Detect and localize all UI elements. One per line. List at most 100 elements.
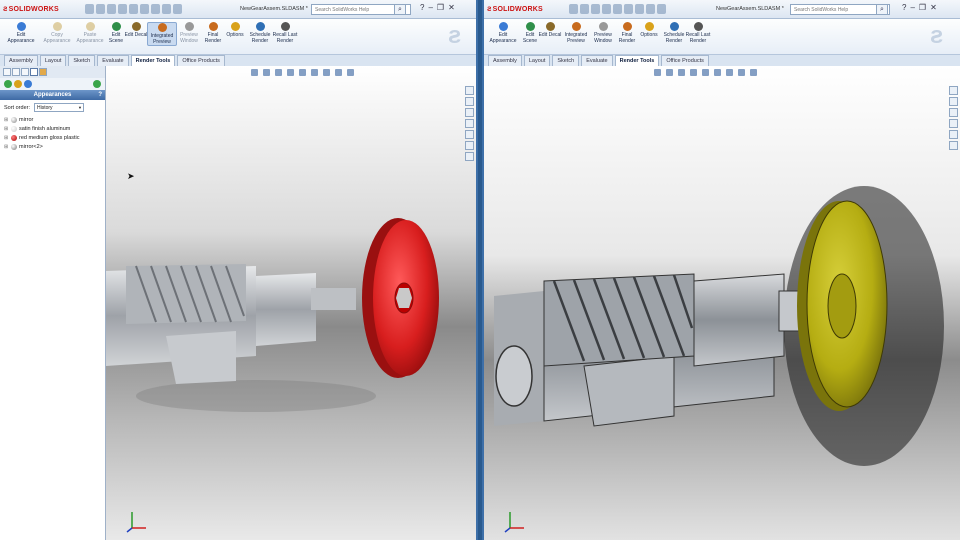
print-icon[interactable] — [602, 4, 611, 14]
property-manager-tab-icon[interactable] — [12, 68, 20, 76]
preview-window-button[interactable]: Preview Window — [589, 22, 617, 44]
tab-evaluate[interactable]: Evaluate — [97, 55, 129, 66]
options-gear-icon[interactable] — [657, 4, 666, 14]
sort-order-select[interactable]: History — [33, 103, 84, 112]
list-item[interactable]: ⊞ mirror<2> — [0, 142, 105, 151]
sort-order-row: Sort order: History — [0, 100, 105, 115]
rebuild-icon[interactable] — [151, 4, 160, 14]
minimize-icon[interactable]: – — [910, 3, 914, 13]
list-item[interactable]: ⊞ satin finish aluminum — [0, 124, 105, 133]
preview-window-button[interactable]: Preview Window — [175, 22, 203, 44]
solidworks-logo[interactable]: ƨSOLIDWORKS — [3, 4, 59, 13]
tab-layout[interactable]: Layout — [39, 55, 67, 66]
tab-assembly[interactable]: Assembly — [488, 55, 522, 66]
integrated-preview-button[interactable]: Integrated Preview — [561, 22, 591, 44]
expand-icon[interactable]: ⊞ — [4, 144, 9, 150]
search-icon[interactable]: ⌕ — [394, 4, 406, 15]
select-icon[interactable] — [624, 4, 633, 14]
left-solidworks-window: ƨSOLIDWORKS NewGearAssem.SLDASM * Search… — [0, 0, 478, 540]
expand-icon[interactable]: ⊞ — [4, 117, 9, 123]
list-item[interactable]: ⊞ red medium gloss plastic — [0, 133, 105, 142]
quick-access-toolbar — [85, 4, 182, 14]
scene-view-icon[interactable] — [24, 80, 32, 88]
copy-appearance-button[interactable]: Copy Appearance — [42, 22, 72, 44]
title-bar: ƨSOLIDWORKS NewGearAssem.SLDASM * Search… — [0, 0, 476, 19]
undo-icon[interactable] — [129, 4, 138, 14]
preview-window-icon — [184, 22, 194, 31]
search-icon[interactable]: ⌕ — [876, 4, 888, 15]
recall-last-render-button[interactable]: Recall Last Render — [685, 22, 711, 44]
close-icon[interactable]: ✕ — [930, 3, 937, 13]
tab-office-products[interactable]: Office Products — [177, 55, 225, 66]
sort-order-label: Sort order: — [4, 104, 30, 111]
open-file-icon[interactable] — [96, 4, 105, 14]
file-properties-icon[interactable] — [646, 4, 655, 14]
options-icon — [230, 22, 240, 31]
edit-appearance-icon — [16, 22, 26, 31]
select-icon[interactable] — [140, 4, 149, 14]
preview-window-icon — [598, 22, 608, 31]
undo-icon[interactable] — [613, 4, 622, 14]
tab-layout[interactable]: Layout — [523, 55, 551, 66]
configuration-manager-tab-icon[interactable] — [21, 68, 29, 76]
expand-icon[interactable]: ⊞ — [4, 126, 9, 132]
tab-assembly[interactable]: Assembly — [4, 55, 38, 66]
add-appearance-icon[interactable] — [93, 80, 101, 88]
command-manager-ribbon: Edit Appearance Copy Appearance Paste Ap… — [0, 19, 476, 55]
tab-evaluate[interactable]: Evaluate — [581, 55, 613, 66]
tab-sketch[interactable]: Sketch — [552, 55, 580, 66]
options-gear-icon[interactable] — [173, 4, 182, 14]
file-properties-icon[interactable] — [162, 4, 171, 14]
minimize-icon[interactable]: – — [428, 3, 432, 13]
search-input[interactable]: Search SolidWorks Help — [790, 4, 890, 15]
panel-toolbar — [0, 78, 105, 90]
graphics-viewport[interactable] — [106, 66, 476, 540]
solidworks-watermark-icon: ƨ — [448, 22, 462, 49]
save-icon[interactable] — [591, 4, 600, 14]
appearance-swatch-icon — [11, 143, 17, 150]
reference-triad-icon — [126, 512, 146, 533]
list-item[interactable]: ⊞ mirror — [0, 115, 105, 124]
edit-decal-button[interactable]: Edit Decal — [538, 22, 562, 39]
tab-render-tools[interactable]: Render Tools — [130, 55, 176, 66]
appearance-swatch-icon — [11, 116, 17, 123]
expand-icon[interactable]: ⊞ — [4, 135, 9, 141]
integrated-preview-button[interactable]: Integrated Preview — [147, 22, 177, 46]
edit-scene-icon — [525, 22, 535, 31]
edit-decal-button[interactable]: Edit Decal — [124, 22, 148, 39]
rebuild-icon[interactable] — [635, 4, 644, 14]
open-file-icon[interactable] — [580, 4, 589, 14]
schedule-render-icon — [669, 22, 679, 31]
help-icon[interactable]: ? — [902, 3, 906, 13]
appearance-tab-icon[interactable] — [39, 68, 47, 76]
print-icon[interactable] — [118, 4, 127, 14]
tab-sketch[interactable]: Sketch — [68, 55, 96, 66]
shaft — [311, 288, 356, 310]
edit-appearance-button[interactable]: Edit Appearance — [488, 22, 518, 44]
paste-appearance-button[interactable]: Paste Appearance — [75, 22, 105, 44]
help-icon[interactable]: ? — [98, 90, 102, 100]
paste-appearance-icon — [85, 22, 95, 31]
decals-view-icon[interactable] — [14, 80, 22, 88]
edit-appearance-button[interactable]: Edit Appearance — [6, 22, 36, 44]
restore-icon[interactable]: ❐ — [919, 3, 926, 13]
tab-render-tools[interactable]: Render Tools — [614, 55, 660, 66]
graphics-viewport[interactable] — [484, 66, 960, 540]
appearances-view-icon[interactable] — [4, 80, 12, 88]
restore-icon[interactable]: ❐ — [437, 3, 444, 13]
reference-triad-icon — [504, 512, 524, 533]
solidworks-logo[interactable]: ƨSOLIDWORKS — [487, 4, 543, 13]
save-icon[interactable] — [107, 4, 116, 14]
new-file-icon[interactable] — [85, 4, 94, 14]
feature-manager-tab-icon[interactable] — [3, 68, 11, 76]
display-manager-tab-icon[interactable] — [30, 68, 38, 76]
schedule-render-button[interactable]: Schedule Render — [245, 22, 275, 44]
close-icon[interactable]: ✕ — [448, 3, 455, 13]
new-file-icon[interactable] — [569, 4, 578, 14]
appearances-panel: Appearances? Sort order: History ⊞mirror… — [0, 66, 106, 540]
title-bar: ƨSOLIDWORKS NewGearAssem.SLDASM * Search… — [484, 0, 960, 19]
help-icon[interactable]: ? — [420, 3, 424, 13]
tab-office-products[interactable]: Office Products — [661, 55, 709, 66]
recall-last-render-button[interactable]: Recall Last Render — [272, 22, 298, 44]
panel-title: Appearances? — [0, 90, 105, 100]
